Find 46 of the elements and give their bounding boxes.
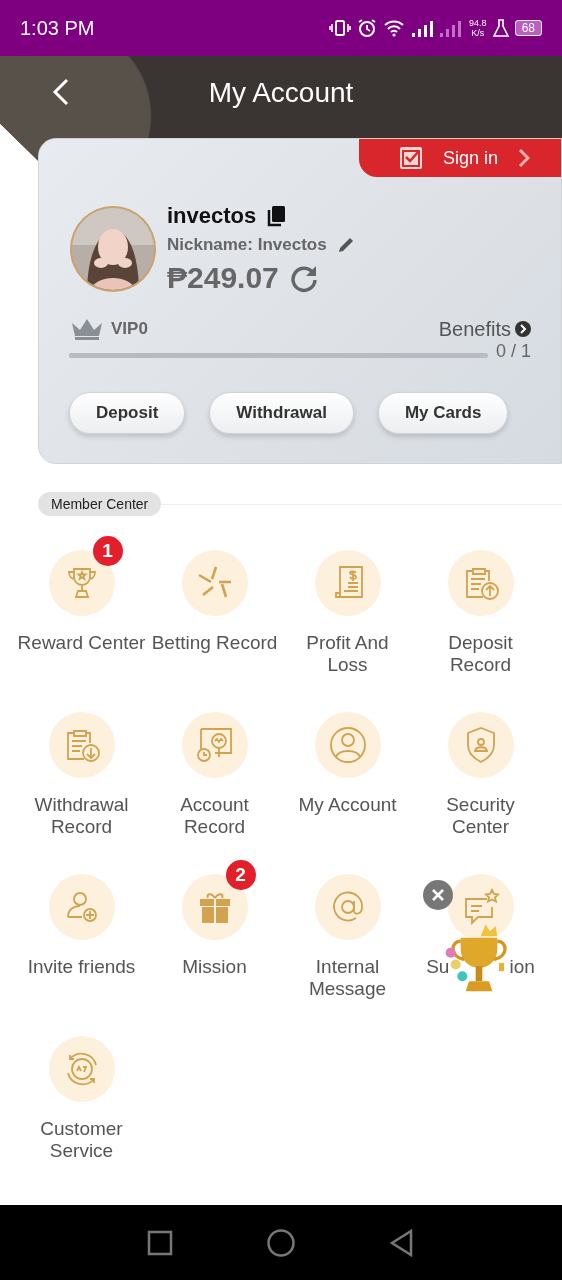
action-button[interactable]: Withdrawal [209, 392, 354, 434]
nickname: Nickname: Invectos [167, 235, 327, 255]
menu-item[interactable]: Betting Record [148, 550, 281, 698]
user-icon [327, 725, 368, 765]
balance: ₱249.07 [167, 261, 279, 295]
menu-item[interactable]: Withdrawal Record [15, 712, 148, 860]
action-button[interactable]: Deposit [69, 392, 186, 434]
crown-icon [69, 317, 105, 341]
chevron-icon [518, 148, 531, 168]
signal-icon [411, 19, 464, 37]
flask-icon [492, 19, 509, 37]
vip-progress-text: 0 / 1 [495, 341, 531, 362]
status-time: 1:03 PM [20, 16, 95, 40]
menu-item[interactable]: Internal Message [281, 874, 414, 1022]
vibrate-icon [329, 19, 352, 37]
home-icon[interactable] [266, 1227, 296, 1258]
action-button[interactable]: My Cards [377, 392, 509, 434]
copy-icon[interactable] [266, 205, 287, 227]
menu-item[interactable]: Invite friends [15, 874, 148, 1022]
menu-item[interactable]: My Account [281, 712, 414, 860]
menu-item[interactable]: Customer Service [15, 1036, 148, 1184]
notification-badge: 2 [225, 860, 256, 890]
arrow-circle-icon [515, 321, 531, 337]
sign-in-button[interactable]: Sign in [359, 139, 561, 177]
page-title: My Account [208, 77, 354, 109]
recents-icon[interactable] [146, 1229, 173, 1256]
wifi-icon [383, 19, 406, 37]
speed-unit: K/s [471, 28, 485, 38]
checkbox-icon [399, 146, 423, 170]
battery-indicator: 68 [514, 20, 542, 36]
close-button[interactable] [423, 880, 453, 910]
section-label: Member Center [38, 492, 162, 516]
benefits-link[interactable]: Benefits [438, 317, 531, 341]
menu-item[interactable]: Profit And Loss [281, 550, 414, 698]
close-icon [431, 888, 445, 902]
back-icon [52, 78, 70, 106]
notification-badge: 1 [92, 536, 123, 566]
username: invectos [167, 203, 257, 229]
magnifier-chart-icon [194, 725, 235, 765]
menu-item[interactable]: Security Center [414, 712, 547, 860]
vip-level: VIP0 [111, 319, 148, 339]
edit-icon[interactable] [336, 236, 355, 254]
menu-item[interactable]: Deposit Record [414, 550, 547, 698]
speed-value: 94.8 [469, 18, 487, 28]
alarm-icon [357, 18, 378, 38]
menu-item[interactable]: Account Record [148, 712, 281, 860]
